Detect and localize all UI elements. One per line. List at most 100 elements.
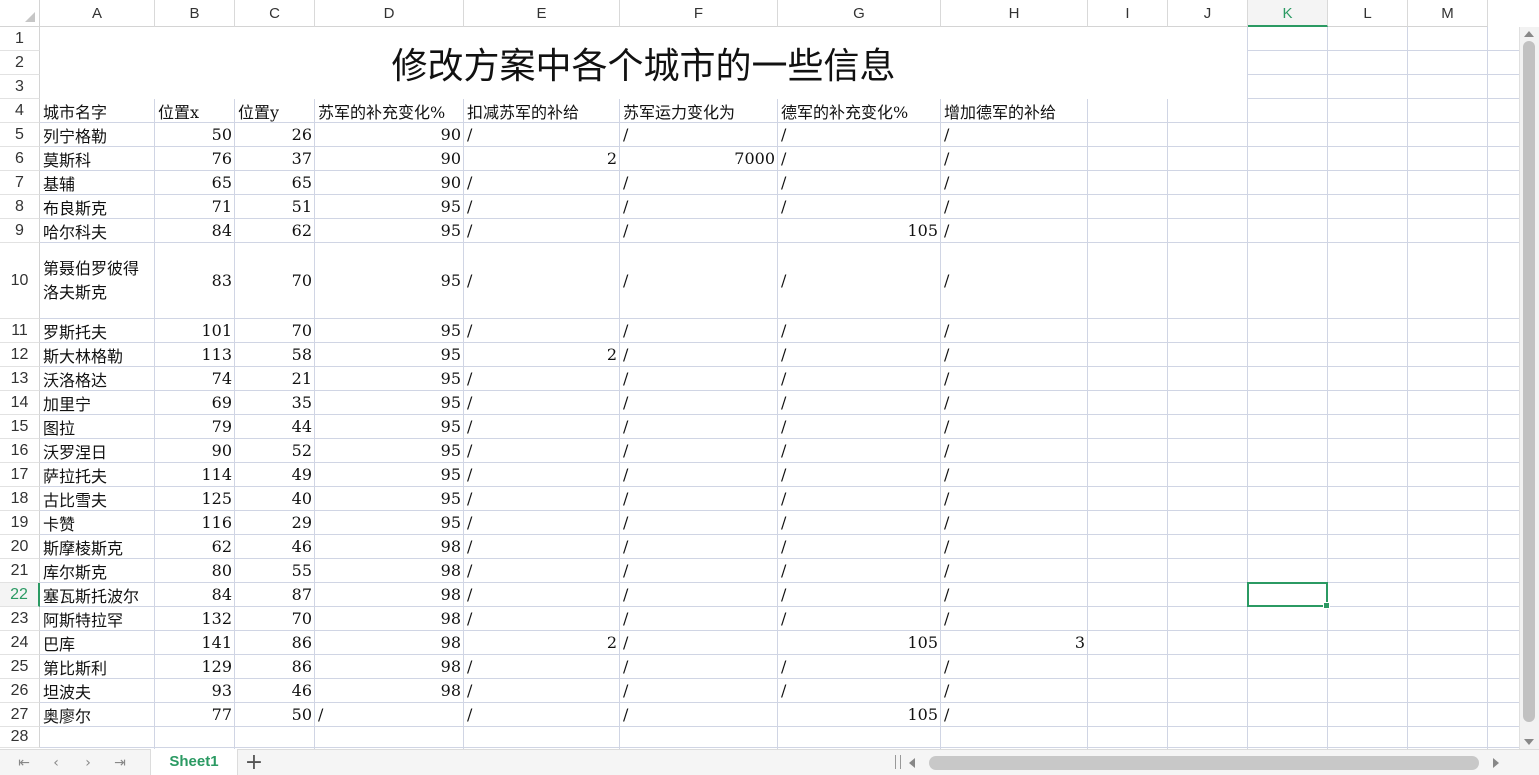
data-cell[interactable]: / <box>941 415 1088 438</box>
data-cell[interactable]: / <box>620 343 778 366</box>
row-header-15[interactable]: 15 <box>0 415 40 439</box>
data-cell[interactable]: / <box>620 487 778 510</box>
data-cell[interactable]: / <box>778 439 941 462</box>
column-header-d[interactable]: D <box>315 0 464 27</box>
data-cell[interactable]: / <box>941 607 1088 630</box>
data-cell[interactable]: 105 <box>778 219 941 242</box>
data-cell[interactable]: / <box>620 367 778 390</box>
row-header-23[interactable]: 23 <box>0 607 40 631</box>
scroll-down-icon[interactable] <box>1524 739 1534 745</box>
city-name-cell[interactable]: 罗斯托夫 <box>40 319 155 342</box>
data-cell[interactable]: 55 <box>235 559 315 582</box>
next-sheet-icon[interactable]: › <box>76 753 100 773</box>
data-cell[interactable]: / <box>464 391 620 414</box>
data-cell[interactable]: 98 <box>315 655 464 678</box>
data-cell[interactable]: / <box>778 487 941 510</box>
data-cell[interactable]: / <box>620 195 778 218</box>
data-cell[interactable]: 113 <box>155 343 235 366</box>
row-header-14[interactable]: 14 <box>0 391 40 415</box>
data-cell[interactable]: / <box>778 147 941 170</box>
city-name-cell[interactable]: 奥廖尔 <box>40 703 155 726</box>
data-cell[interactable]: 21 <box>235 367 315 390</box>
data-cell[interactable]: 71 <box>155 195 235 218</box>
data-cell[interactable]: 95 <box>315 487 464 510</box>
data-cell[interactable]: / <box>315 703 464 726</box>
data-cell[interactable]: / <box>778 123 941 146</box>
scroll-left-icon[interactable] <box>909 758 915 768</box>
data-cell[interactable]: / <box>941 463 1088 486</box>
data-cell[interactable]: 52 <box>235 439 315 462</box>
data-cell[interactable]: 77 <box>155 703 235 726</box>
data-cell[interactable]: 35 <box>235 391 315 414</box>
data-cell[interactable]: 37 <box>235 147 315 170</box>
city-name-cell[interactable]: 布良斯克 <box>40 195 155 218</box>
row-header-6[interactable]: 6 <box>0 147 40 171</box>
city-name-cell[interactable]: 阿斯特拉罕 <box>40 607 155 630</box>
data-cell[interactable]: 95 <box>315 463 464 486</box>
data-cell[interactable]: 84 <box>155 583 235 606</box>
split-handle-icon[interactable] <box>895 755 901 769</box>
data-cell[interactable]: / <box>464 487 620 510</box>
row-header-28[interactable]: 28 <box>0 727 40 748</box>
data-cell[interactable]: 90 <box>155 439 235 462</box>
header-cell-german-supply-add[interactable]: 增加德军的补给 <box>941 99 1088 122</box>
data-cell[interactable]: / <box>941 195 1088 218</box>
data-cell[interactable]: 80 <box>155 559 235 582</box>
data-cell[interactable]: 86 <box>235 631 315 654</box>
data-cell[interactable]: / <box>778 195 941 218</box>
data-cell[interactable]: / <box>778 463 941 486</box>
horizontal-scroll-thumb[interactable] <box>929 756 1479 770</box>
data-cell[interactable]: / <box>620 535 778 558</box>
data-cell[interactable]: / <box>778 319 941 342</box>
data-cell[interactable]: 105 <box>778 631 941 654</box>
data-cell[interactable]: 95 <box>315 219 464 242</box>
column-header-c[interactable]: C <box>235 0 315 27</box>
column-header-i[interactable]: I <box>1088 0 1168 27</box>
data-cell[interactable]: / <box>941 583 1088 606</box>
data-cell[interactable]: / <box>464 171 620 194</box>
data-cell[interactable]: / <box>464 655 620 678</box>
header-cell-x[interactable]: 位置x <box>155 99 235 122</box>
data-cell[interactable]: 132 <box>155 607 235 630</box>
row-header-2[interactable]: 2 <box>0 51 40 75</box>
data-cell[interactable]: 26 <box>235 123 315 146</box>
row-header-7[interactable]: 7 <box>0 171 40 195</box>
select-all-corner[interactable] <box>0 0 40 27</box>
data-cell[interactable]: / <box>620 679 778 702</box>
data-cell[interactable]: 95 <box>315 511 464 534</box>
city-name-cell[interactable]: 列宁格勒 <box>40 123 155 146</box>
data-cell[interactable]: / <box>941 487 1088 510</box>
data-cell[interactable]: / <box>620 319 778 342</box>
data-cell[interactable]: 105 <box>778 703 941 726</box>
column-header-e[interactable]: E <box>464 0 620 27</box>
data-cell[interactable]: 95 <box>315 243 464 318</box>
data-cell[interactable]: / <box>778 679 941 702</box>
scroll-right-icon[interactable] <box>1493 758 1499 768</box>
data-cell[interactable]: / <box>941 147 1088 170</box>
data-cell[interactable]: / <box>620 171 778 194</box>
column-header-a[interactable]: A <box>40 0 155 27</box>
data-cell[interactable]: / <box>464 583 620 606</box>
data-cell[interactable]: / <box>464 195 620 218</box>
data-cell[interactable]: / <box>778 607 941 630</box>
data-cell[interactable]: 29 <box>235 511 315 534</box>
data-cell[interactable]: / <box>941 703 1088 726</box>
data-cell[interactable]: 83 <box>155 243 235 318</box>
data-cell[interactable]: / <box>941 655 1088 678</box>
data-cell[interactable]: 98 <box>315 607 464 630</box>
data-cell[interactable]: 129 <box>155 655 235 678</box>
city-name-cell[interactable]: 图拉 <box>40 415 155 438</box>
data-cell[interactable]: / <box>464 219 620 242</box>
data-cell[interactable]: / <box>941 219 1088 242</box>
data-cell[interactable]: / <box>778 415 941 438</box>
data-cell[interactable]: / <box>620 123 778 146</box>
city-name-cell[interactable]: 库尔斯克 <box>40 559 155 582</box>
data-cell[interactable]: / <box>941 367 1088 390</box>
data-cell[interactable]: / <box>620 511 778 534</box>
data-cell[interactable]: / <box>464 703 620 726</box>
header-cell-city[interactable]: 城市名字 <box>40 99 155 122</box>
city-name-cell[interactable]: 萨拉托夫 <box>40 463 155 486</box>
data-cell[interactable]: 70 <box>235 243 315 318</box>
data-cell[interactable]: / <box>941 171 1088 194</box>
city-name-cell[interactable]: 第比斯利 <box>40 655 155 678</box>
